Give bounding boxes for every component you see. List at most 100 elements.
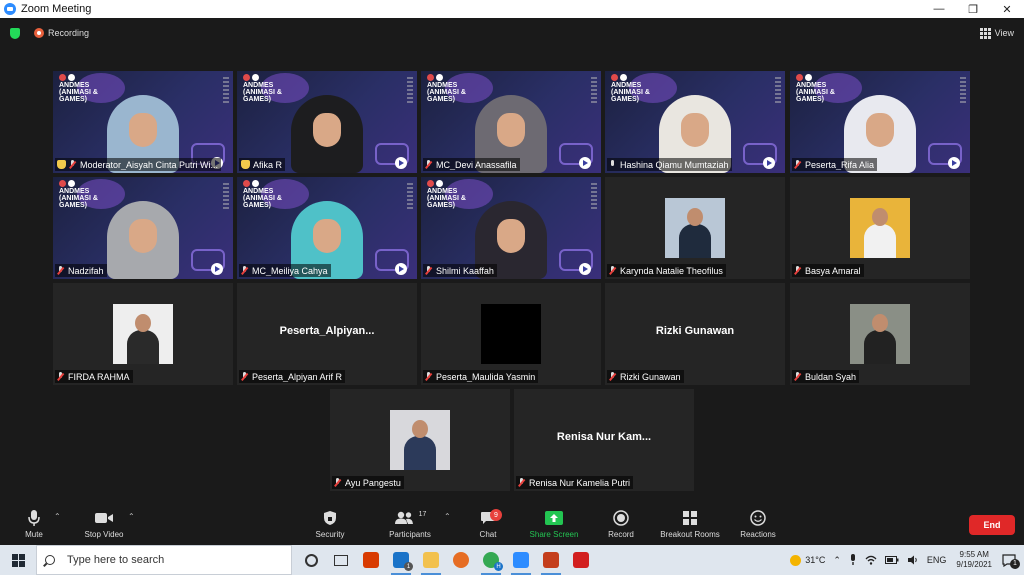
minimize-button[interactable]: — — [922, 0, 956, 18]
participants-button[interactable]: 17 Participants — [380, 509, 440, 540]
record-button[interactable]: Record — [591, 509, 651, 539]
sun-icon — [790, 554, 802, 566]
play-icon — [579, 263, 591, 275]
chrome-profile-badge: H — [494, 562, 503, 571]
participant-name-label: MC_Meiliya Cahya — [239, 264, 331, 277]
clock-date: 9/19/2021 — [956, 560, 992, 569]
participant-tile[interactable]: Basya Amaral — [790, 177, 970, 279]
participant-name-label: Renisa Nur Kamelia Putri — [516, 476, 634, 489]
taskbar-app-office[interactable] — [356, 545, 386, 575]
security-shield-icon — [324, 511, 336, 525]
play-icon — [395, 157, 407, 169]
play-icon — [763, 157, 775, 169]
participant-name-label: FIRDA RAHMA — [55, 370, 133, 383]
maximize-button[interactable]: ❐ — [956, 0, 990, 18]
view-label: View — [994, 28, 1014, 38]
taskbar-clock[interactable]: 9:55 AM 9/19/2021 — [956, 550, 992, 570]
participant-name: Hashina Qiamu Mumtaziah — [620, 159, 729, 170]
taskbar-app-file-explorer[interactable] — [416, 545, 446, 575]
cortana-icon — [304, 553, 318, 567]
zoom-icon — [513, 552, 529, 568]
close-button[interactable]: ✕ — [990, 0, 1024, 18]
taskbar-app-zoom[interactable] — [506, 545, 536, 575]
participant-tile[interactable]: ANDMES (ANIMASI & GAMES) Afika R — [237, 71, 417, 173]
record-icon — [34, 28, 44, 38]
participant-name-label: Hashina Qiamu Mumtaziah — [607, 158, 732, 171]
participant-name-label: Basya Amaral — [792, 264, 864, 277]
participant-tile[interactable]: Rizki Gunawan Rizki Gunawan — [605, 283, 785, 385]
window-controls: — ❐ ✕ — [922, 0, 1024, 18]
participants-options-chevron-icon[interactable]: ⌃ — [444, 512, 451, 521]
taskbar-search-box[interactable]: Type here to search — [36, 545, 292, 575]
taskbar-app-chrome[interactable]: H — [476, 545, 506, 575]
taskbar-app-task-view[interactable] — [326, 545, 356, 575]
microphone-icon — [28, 510, 40, 526]
participant-name: Basya Amaral — [805, 265, 861, 276]
shield-icon — [10, 27, 20, 39]
participant-tile[interactable]: ANDMES (ANIMASI & GAMES) Moderator_Aisyah… — [53, 71, 233, 173]
event-logo-icon — [427, 74, 485, 81]
powerpoint-icon — [543, 552, 559, 568]
participant-tile[interactable]: Buldan Syah — [790, 283, 970, 385]
muted-mic-icon — [241, 266, 248, 275]
language-indicator[interactable]: ENG — [927, 555, 947, 565]
stop-video-button[interactable]: Stop Video — [74, 509, 134, 539]
show-hidden-icons-chevron-icon[interactable]: ⌃ — [833, 555, 841, 566]
participant-tile[interactable]: Peserta_Alpiyan... Peserta_Alpiyan Arif R — [237, 283, 417, 385]
taskbar-app-powerpoint[interactable] — [536, 545, 566, 575]
muted-mic-icon — [425, 266, 432, 275]
end-meeting-button[interactable]: End — [969, 515, 1015, 535]
window-title: Zoom Meeting — [21, 3, 92, 15]
chat-button[interactable]: 9 Chat — [458, 509, 518, 539]
participant-name-label: Peserta_Maulida Yasmin — [423, 370, 539, 383]
tray-microphone-icon[interactable] — [849, 554, 857, 566]
participant-tile[interactable]: Ayu Pangestu — [330, 389, 510, 491]
participant-tile[interactable]: Renisa Nur Kam... Renisa Nur Kamelia Putr… — [514, 389, 694, 491]
security-button[interactable]: Security — [300, 509, 360, 539]
weather-widget[interactable]: 31°C — [790, 554, 825, 566]
play-icon — [211, 263, 223, 275]
breakout-rooms-button[interactable]: Breakout Rooms — [654, 509, 726, 539]
taskbar-app-mail[interactable]: 1 — [386, 545, 416, 575]
start-button[interactable] — [0, 545, 36, 575]
participant-tile[interactable]: Peserta_Maulida Yasmin — [421, 283, 601, 385]
recording-indicator[interactable]: Recording — [34, 26, 89, 40]
participant-tile[interactable]: Karynda Natalie Theofilus — [605, 177, 785, 279]
muted-mic-icon — [794, 160, 801, 169]
profile-photo — [481, 304, 541, 364]
participant-display-name: Renisa Nur Kam... — [556, 431, 652, 443]
participant-name: Afika R — [253, 159, 283, 170]
profile-photo — [390, 410, 450, 470]
wifi-icon[interactable] — [865, 555, 877, 565]
taskbar-app-acrobat[interactable] — [566, 545, 596, 575]
participant-tile[interactable]: FIRDA RAHMA — [53, 283, 233, 385]
participant-tile[interactable]: ANDMES (ANIMASI & GAMES) MC_Meiliya Cahya — [237, 177, 417, 279]
taskbar-app-firefox[interactable] — [446, 545, 476, 575]
participant-tile[interactable]: ANDMES (ANIMASI & GAMES) MC_Devi Anassafi… — [421, 71, 601, 173]
share-screen-button[interactable]: Share Screen — [524, 509, 584, 539]
grid-view-icon — [979, 27, 991, 39]
participant-tile[interactable]: ANDMES (ANIMASI & GAMES) Hashina Qiamu Mu… — [605, 71, 785, 173]
participant-tile[interactable]: ANDMES (ANIMASI & GAMES) Shilmi Kaaffah — [421, 177, 601, 279]
muted-mic-icon — [425, 160, 432, 169]
video-options-chevron-icon[interactable]: ⌃ — [128, 512, 135, 521]
audio-options-chevron-icon[interactable]: ⌃ — [54, 512, 61, 521]
volume-icon[interactable] — [907, 555, 919, 565]
participant-tile[interactable]: ANDMES (ANIMASI & GAMES) Peserta_Rifa Ali… — [790, 71, 970, 173]
zoom-app-icon — [4, 3, 16, 15]
participant-display-name: Rizki Gunawan — [655, 325, 735, 337]
event-logo-icon — [243, 74, 301, 81]
participant-video — [291, 95, 363, 173]
participant-tile[interactable]: ANDMES (ANIMASI & GAMES) Nadzifah — [53, 177, 233, 279]
battery-icon[interactable] — [884, 556, 899, 564]
participant-name-label: Shilmi Kaaffah — [423, 264, 497, 277]
taskbar-app-cortana[interactable] — [296, 545, 326, 575]
reactions-button[interactable]: Reactions — [728, 509, 788, 539]
notifications-button[interactable]: 1 — [1002, 553, 1020, 569]
encryption-indicator[interactable] — [10, 26, 20, 40]
participant-name: Renisa Nur Kamelia Putri — [529, 477, 631, 488]
participant-name-label: Buldan Syah — [792, 370, 860, 383]
view-button[interactable]: View — [979, 26, 1014, 40]
share-screen-icon — [545, 511, 563, 525]
smiley-icon — [750, 510, 766, 526]
